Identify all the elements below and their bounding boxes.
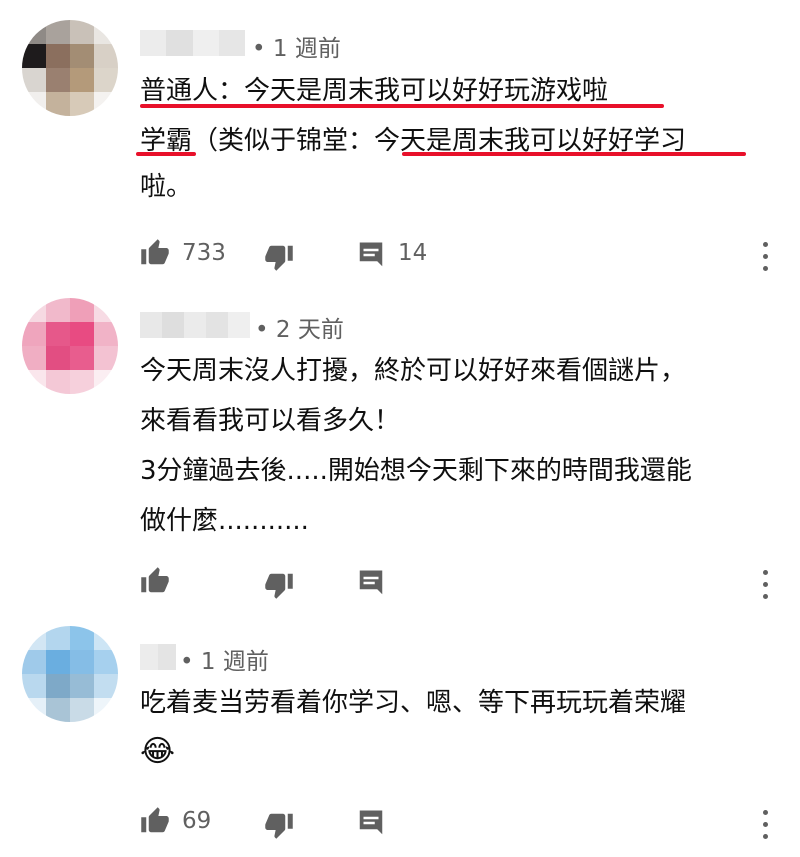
comment-timestamp: • 1 週前 (180, 649, 269, 675)
thumb-down-icon[interactable] (264, 242, 298, 276)
reply-icon[interactable] (356, 568, 390, 602)
like-count: 69 (182, 808, 212, 834)
username-blurred-1[interactable] (140, 30, 245, 56)
reply-count: 14 (398, 240, 428, 266)
thumb-down-icon[interactable] (264, 810, 298, 844)
more-vert-icon[interactable] (756, 566, 774, 602)
thumb-up-icon[interactable] (140, 566, 174, 600)
user-avatar-1[interactable] (22, 20, 118, 116)
comment-text-line: 3分鐘過去後.....開始想今天剩下來的時間我還能 (140, 456, 692, 486)
comment-text-line: 普通人：今天是周末我可以好好玩游戏啦 (140, 76, 609, 106)
red-underline (140, 104, 664, 108)
comment-timestamp: • 2 天前 (255, 317, 344, 343)
red-underline (136, 152, 196, 156)
reply-icon[interactable] (356, 240, 390, 274)
like-count: 733 (182, 240, 226, 266)
thumb-up-icon[interactable] (140, 806, 174, 840)
comment-actions: 733 14 (140, 238, 780, 274)
thumb-up-icon[interactable] (140, 238, 174, 272)
laughing-emoji-icon: 😂 (140, 734, 176, 769)
comment-actions (140, 566, 780, 602)
red-underline (402, 152, 746, 156)
user-avatar-3[interactable] (22, 626, 118, 722)
comment-text-line: 吃着麦当劳看着你学习、嗯、等下再玩玩着荣耀 (140, 688, 687, 718)
comment-text-line: 今天周末沒人打擾，終於可以好好來看個謎片， (140, 356, 687, 386)
thumb-down-icon[interactable] (264, 570, 298, 604)
more-vert-icon[interactable] (756, 238, 774, 274)
reply-icon[interactable] (356, 808, 390, 842)
user-avatar-2[interactable] (22, 298, 118, 394)
comment-text-line: 啦。 (140, 172, 193, 202)
username-blurred-3[interactable] (140, 644, 176, 670)
comment-timestamp: • 1 週前 (252, 36, 341, 62)
username-blurred-2[interactable] (140, 312, 250, 338)
comment-actions: 69 (140, 806, 780, 842)
more-vert-icon[interactable] (756, 806, 774, 842)
comment-text-line: 來看看我可以看多久！ (140, 406, 401, 436)
comment-text-line: 做什麼........... (140, 506, 309, 536)
